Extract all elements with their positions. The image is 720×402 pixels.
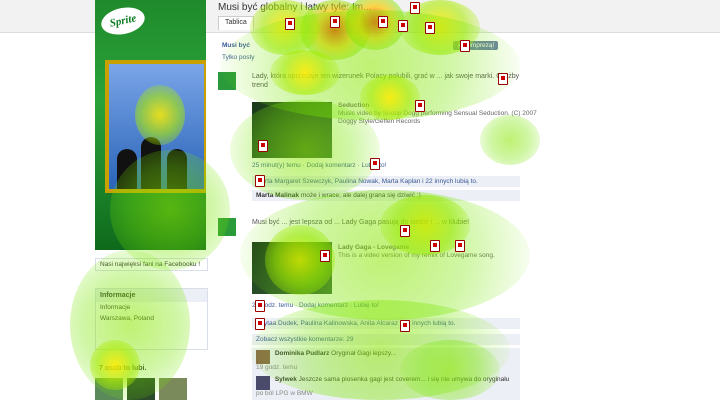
likes-box[interactable]: 7 osób to lubi. — [95, 362, 206, 375]
fixation-marker — [330, 16, 340, 28]
media-desc: This is a video version of my remix of L… — [338, 252, 495, 259]
silhouette — [167, 149, 187, 189]
comment-text: Jeszcze sama piosenka gagi jest coverem.… — [298, 376, 510, 383]
banner-artwork — [105, 60, 206, 193]
fixation-marker — [400, 225, 410, 237]
fixation-marker — [255, 175, 265, 187]
fixation-marker — [460, 40, 470, 52]
tab-wall[interactable]: Tablica — [218, 16, 254, 30]
fans-link[interactable]: Nasi najwięksi fani na Facebooku ! — [96, 259, 207, 270]
fixation-marker — [410, 2, 420, 14]
post-text: Musi być ... jest lepsza od ... Lady Gag… — [252, 219, 470, 226]
avatar[interactable] — [256, 376, 270, 390]
liker-thumb[interactable] — [95, 378, 123, 400]
fixation-marker — [398, 20, 408, 32]
tab-bar: Tablica — [218, 16, 256, 30]
comment-time: 19 godz. temu — [256, 364, 298, 371]
media-desc: Music video by Snoop Dogg performing Sen… — [338, 110, 537, 125]
filter-label[interactable]: Musi być — [222, 42, 250, 49]
comment-author[interactable]: Marta Malinak — [256, 192, 299, 199]
media-title[interactable]: Seduction — [338, 102, 369, 109]
filter-only-posts[interactable]: Tylko posty — [222, 54, 255, 61]
comment: Sylwek Jeszcze sama piosenka gagi jest c… — [252, 374, 520, 400]
media-meta: Seduction Music video by Snoop Dogg perf… — [338, 102, 538, 126]
likes-bar[interactable]: Edytaa Dudek, Paulina Kalinowska, Anita … — [252, 318, 520, 329]
liker-thumbs — [95, 378, 206, 400]
comment-time: po ból LPG w BMW — [256, 390, 313, 397]
info-header: Informacje — [96, 289, 207, 302]
liker-thumb[interactable] — [159, 378, 187, 400]
sprite-profile-banner: Sprite — [95, 0, 206, 250]
fixation-marker — [425, 22, 435, 34]
comment: Marta Malinak może i wrace, ale dalej gr… — [252, 190, 520, 201]
fixation-marker — [255, 318, 265, 330]
fans-box[interactable]: Nasi najwięksi fani na Facebooku ! — [95, 258, 208, 271]
fixation-marker — [258, 140, 268, 152]
info-box: Informacje Informacje Warszawa, Poland — [95, 288, 208, 350]
avatar[interactable] — [218, 72, 236, 90]
page-title: Musi być globalny i łatwy tyle: Im... — [218, 2, 372, 13]
fixation-marker — [430, 240, 440, 252]
fixation-marker — [498, 73, 508, 85]
silhouette — [141, 137, 161, 189]
fixation-marker — [378, 16, 388, 28]
see-all-comments[interactable]: Zobacz wszystkie komentarze: 29 — [252, 334, 520, 345]
avatar[interactable] — [256, 350, 270, 364]
liker-thumb[interactable] — [127, 378, 155, 400]
fixation-marker — [415, 100, 425, 112]
fixation-marker — [370, 158, 380, 170]
sprite-logo: Sprite — [98, 3, 148, 39]
info-row: Informacje — [100, 304, 131, 311]
likes-header[interactable]: 7 osób to lubi. — [95, 362, 206, 375]
media-title[interactable]: Lady Gaga - Lovegame — [338, 244, 409, 251]
comment-text: Oryginał Gagi lepszy... — [331, 350, 397, 357]
comment-author[interactable]: Dominika Pudlarz — [275, 350, 330, 357]
silhouette — [117, 149, 137, 189]
fixation-marker — [285, 18, 295, 30]
post-actions[interactable]: 25 minut(y) temu · Dodaj komentarz · Lub… — [252, 162, 386, 169]
filter-row: Musi być jest imprezą! — [222, 41, 499, 50]
info-row: Warszawa, Poland — [100, 315, 154, 322]
avatar[interactable] — [218, 218, 236, 236]
post-text: Lady, która sprzedaje ten wizerunek Pola… — [252, 73, 520, 89]
comment-author[interactable]: Sylwek — [275, 376, 297, 383]
comment-text: może i wrace, ale dalej grana się dziwić… — [300, 192, 421, 199]
fixation-marker — [320, 250, 330, 262]
fixation-marker — [255, 300, 265, 312]
likes-bar[interactable]: Marta Margaret Szewczyk, Paulina Nowak, … — [252, 176, 520, 187]
fixation-marker — [455, 240, 465, 252]
comment: Dominika Pudlarz Oryginał Gagi lepszy...… — [252, 348, 520, 374]
fixation-marker — [400, 320, 410, 332]
post-actions[interactable]: 23 godz. temu · Dodaj komentarz · Lubię … — [252, 302, 379, 309]
